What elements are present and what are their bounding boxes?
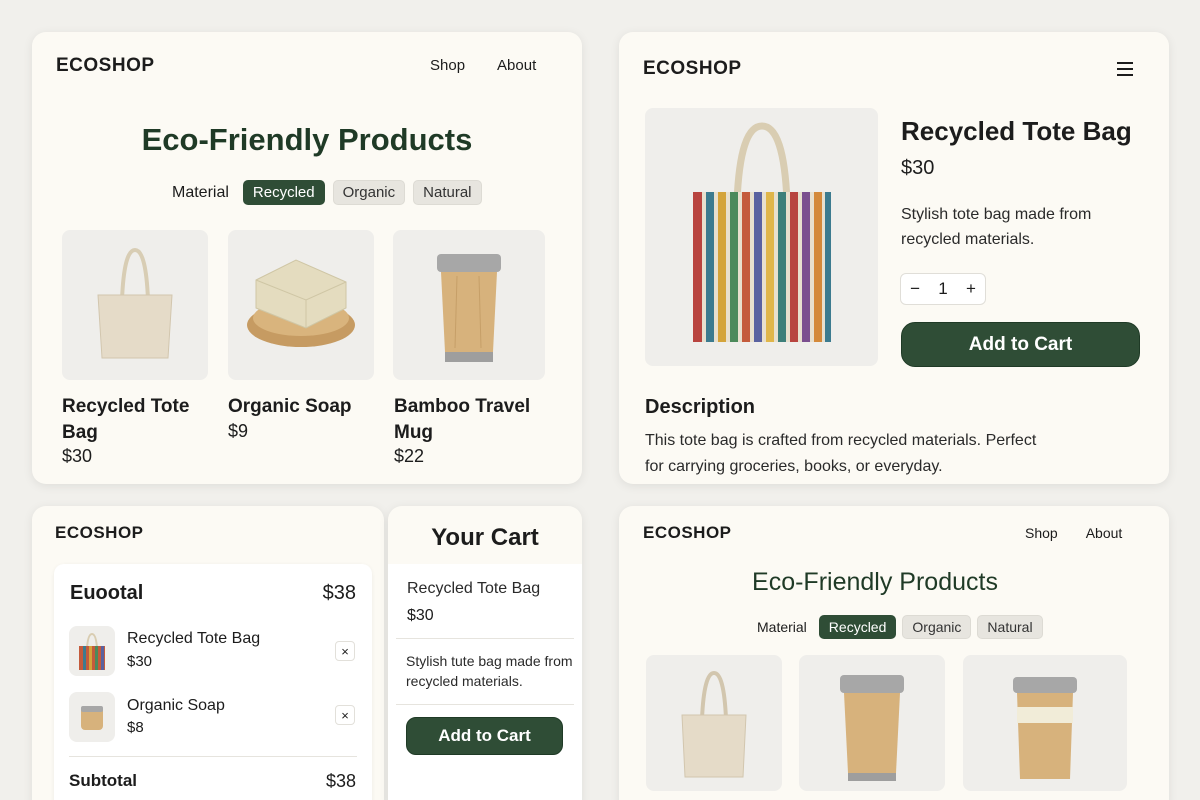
product-name-tote[interactable]: Recycled Tote Bag	[62, 394, 202, 446]
cart-item-name: Recycled Tote Bag	[127, 630, 261, 647]
cart-item-price: $30	[407, 607, 434, 624]
filter-organic-chip[interactable]: Organic	[332, 180, 406, 205]
product-name-soap[interactable]: Organic Soap	[228, 394, 378, 420]
cart-item-price: $8	[127, 719, 144, 736]
product-short-description: Stylish tote bag made from recycled mate…	[901, 206, 1092, 248]
description-heading: Description	[645, 396, 756, 418]
subtotal-value: $38	[325, 771, 356, 791]
product-price-mug: $22	[394, 446, 425, 466]
cart-item-thumbnail	[69, 626, 115, 676]
filter-natural-chip[interactable]: Natural	[413, 180, 482, 205]
cart-item-description: Stylish tute bag made from recycled mate…	[406, 653, 573, 689]
product-detail-panel: ECOSHOP Recycled Tote Bag $30 Stylish to…	[619, 32, 1169, 484]
mug-icon	[840, 675, 904, 781]
filter-natural-chip[interactable]: Natural	[977, 615, 1043, 639]
nav-about-link[interactable]: About	[497, 57, 536, 74]
summary-label: Euootal	[70, 582, 144, 604]
top-nav: Shop About	[430, 57, 536, 74]
quantity-value[interactable]: 1	[938, 279, 947, 299]
increase-quantity-button[interactable]: +	[966, 279, 976, 299]
soap-icon	[81, 706, 103, 730]
filter-recycled-chip[interactable]: Recycled	[242, 180, 325, 205]
filter-recycled-chip[interactable]: Recycled	[818, 615, 897, 639]
hamburger-icon[interactable]	[1117, 62, 1133, 76]
tote-bag-icon	[97, 247, 173, 359]
striped-tote-bag-icon	[693, 122, 831, 342]
product-list-panel-alt: ECOSHOP Shop About Eco-Friendly Products…	[619, 506, 1169, 800]
quantity-stepper: − 1 +	[900, 273, 986, 305]
cart-title: Your Cart	[431, 524, 539, 551]
tote-bag-icon	[681, 670, 747, 778]
product-image-tote[interactable]	[62, 230, 208, 380]
product-list-panel: ECOSHOP Shop About Eco-Friendly Products…	[32, 32, 582, 484]
product-image-mug-alt[interactable]	[963, 655, 1127, 791]
product-image-mug[interactable]	[393, 230, 545, 380]
product-price-tote: $30	[62, 446, 93, 466]
mug-icon	[437, 254, 501, 362]
filter-organic-chip[interactable]: Organic	[902, 615, 972, 639]
cart-summary-box: Euootal $38 Recycled Tote Bag $30 × Orga…	[54, 564, 372, 800]
cart-item-price: $30	[127, 653, 153, 670]
product-price-soap: $9	[228, 421, 249, 441]
mug-icon	[1013, 677, 1077, 779]
summary-value: $38	[322, 582, 356, 604]
decrease-quantity-button[interactable]: −	[910, 279, 920, 299]
cart-item-name: Organic Soap	[127, 697, 225, 714]
product-name-mug[interactable]: Bamboo Travel Mug	[394, 394, 544, 446]
soap-icon	[247, 259, 355, 347]
add-to-cart-button[interactable]: Add to Cart	[901, 322, 1140, 367]
material-filter: Material Recycled Organic Natural	[757, 615, 1043, 639]
divider	[396, 704, 574, 705]
top-nav: Shop About	[1025, 525, 1122, 541]
filter-label: Material	[757, 619, 807, 635]
brand-logo[interactable]: ECOSHOP	[643, 58, 742, 80]
brand-logo[interactable]: ECOSHOP	[55, 523, 144, 543]
nav-shop-link[interactable]: Shop	[430, 57, 465, 74]
remove-item-button[interactable]: ×	[335, 705, 355, 725]
your-cart-panel: Your Cart Recycled Tote Bag $30 Stylish …	[388, 506, 582, 800]
filter-label: Material	[172, 183, 229, 201]
add-to-cart-button[interactable]: Add to Cart	[406, 717, 563, 755]
page-title: Eco-Friendly Products	[752, 568, 998, 596]
divider	[69, 756, 357, 757]
product-image-mug[interactable]	[799, 655, 945, 791]
product-image-soap[interactable]	[228, 230, 374, 380]
cart-item-name: Recycled Tote Bag	[407, 580, 541, 597]
product-image-tote[interactable]	[646, 655, 782, 791]
description-text: This tote bag is crafted from recycled m…	[645, 432, 1037, 475]
material-filter: Material Recycled Organic Natural	[172, 180, 482, 205]
product-title: Recycled Tote Bag	[901, 116, 1132, 146]
brand-logo[interactable]: ECOSHOP	[56, 55, 155, 77]
page-title: Eco-Friendly Products	[141, 122, 473, 157]
cart-item-thumbnail	[69, 692, 115, 742]
brand-logo[interactable]: ECOSHOP	[643, 523, 732, 543]
cart-item-card: Recycled Tote Bag $30 Stylish tute bag m…	[388, 564, 582, 800]
nav-about-link[interactable]: About	[1086, 525, 1123, 541]
tote-bag-icon	[79, 632, 105, 670]
subtotal-label: Subtotal	[69, 771, 137, 790]
nav-shop-link[interactable]: Shop	[1025, 525, 1058, 541]
product-price: $30	[901, 157, 935, 179]
remove-item-button[interactable]: ×	[335, 641, 355, 661]
product-hero-image	[645, 108, 878, 366]
divider	[396, 638, 574, 639]
cart-summary-panel: ECOSHOP Euootal $38 Recycled Tote Bag $3…	[32, 506, 384, 800]
